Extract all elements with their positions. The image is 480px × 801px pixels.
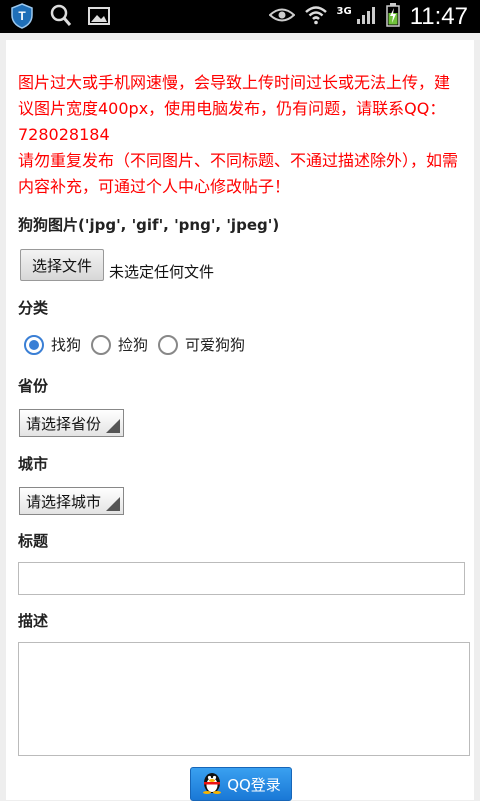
city-label: 城市 bbox=[18, 455, 49, 473]
province-select[interactable]: 请选择省份 bbox=[19, 409, 124, 437]
search-icon bbox=[50, 4, 72, 32]
title-label: 标题 bbox=[18, 532, 49, 550]
radio-label: 捡狗 bbox=[118, 336, 149, 354]
category-label: 分类 bbox=[18, 299, 49, 317]
radio-cute-dog[interactable]: 可爱狗狗 bbox=[158, 334, 245, 355]
choose-file-button[interactable]: 选择文件 bbox=[20, 249, 104, 281]
dropdown-arrow-icon bbox=[106, 497, 120, 511]
clock: 11:47 bbox=[409, 2, 468, 30]
notice-line-2: 请勿重复发布（不同图片、不同标题、不通过描述除外），如需内容补充，可通过个人中心… bbox=[18, 151, 459, 196]
status-bar: T 3G 11:47 bbox=[0, 0, 480, 33]
city-select[interactable]: 请选择城市 bbox=[19, 487, 124, 515]
picture-label: 狗狗图片('jpg', 'gif', 'png', 'jpeg') bbox=[18, 216, 280, 234]
shield-icon: T bbox=[10, 3, 34, 33]
province-label: 省份 bbox=[18, 377, 49, 395]
signal-icon bbox=[356, 5, 376, 29]
status-bar-right: 3G 11:47 bbox=[268, 0, 468, 33]
title-input[interactable] bbox=[18, 562, 465, 595]
radio-label: 找狗 bbox=[51, 336, 82, 354]
radio-button[interactable] bbox=[158, 334, 179, 355]
radio-button[interactable] bbox=[91, 334, 112, 355]
description-textarea[interactable] bbox=[18, 642, 470, 756]
battery-icon bbox=[385, 2, 400, 31]
file-status: 未选定任何文件 bbox=[109, 263, 215, 281]
network-type: 3G bbox=[336, 6, 352, 17]
radio-found-dog[interactable]: 捡狗 bbox=[91, 334, 148, 355]
wifi-icon bbox=[304, 5, 327, 29]
radio-button-selected[interactable] bbox=[24, 334, 44, 355]
status-bar-left: T bbox=[10, 3, 110, 33]
eye-icon bbox=[268, 7, 296, 27]
city-select-value: 请选择城市 bbox=[26, 492, 102, 511]
radio-label: 可爱狗狗 bbox=[185, 336, 246, 354]
category-radio-group: 找狗 捡狗 可爱狗狗 bbox=[24, 334, 255, 355]
qq-login-button[interactable]: QQ登录 bbox=[190, 767, 292, 801]
upload-notice: 图片过大或手机网速慢，会导致上传时间过长或无法上传，建议图片宽度400px，使用… bbox=[18, 70, 462, 200]
province-select-value: 请选择省份 bbox=[26, 414, 102, 433]
dropdown-arrow-icon bbox=[106, 419, 120, 433]
description-label: 描述 bbox=[18, 612, 49, 630]
post-form-page: 图片过大或手机网速慢，会导致上传时间过长或无法上传，建议图片宽度400px，使用… bbox=[6, 40, 474, 801]
notice-line-1: 图片过大或手机网速慢，会导致上传时间过长或无法上传，建议图片宽度400px，使用… bbox=[18, 73, 451, 144]
image-icon bbox=[88, 6, 110, 30]
svg-text:T: T bbox=[18, 9, 26, 23]
qq-login-label: QQ登录 bbox=[227, 775, 281, 794]
qq-penguin-icon bbox=[201, 770, 223, 798]
radio-find-dog[interactable]: 找狗 bbox=[24, 334, 81, 355]
